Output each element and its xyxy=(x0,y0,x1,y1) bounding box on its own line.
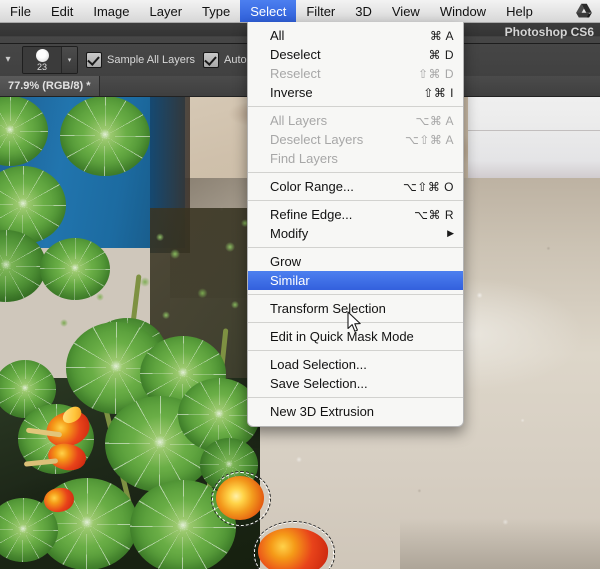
menu-item-label: Edit in Quick Mask Mode xyxy=(270,329,414,344)
menubar-item-type[interactable]: Type xyxy=(192,0,240,22)
menu-separator xyxy=(248,350,463,351)
menubar-item-filter[interactable]: Filter xyxy=(296,0,345,22)
document-tab[interactable]: 77.9% (RGB/8) * xyxy=(0,76,100,96)
menubar-item-edit[interactable]: Edit xyxy=(41,0,83,22)
select-dropdown-menu[interactable]: All ⌘ A Deselect ⌘ D Reselect ⇧⌘ D Inver… xyxy=(247,22,464,427)
menu-item-label: Similar xyxy=(270,273,310,288)
menubar-item-file[interactable]: File xyxy=(0,0,41,22)
google-drive-icon[interactable] xyxy=(574,3,594,19)
menu-item-refine-edge[interactable]: Refine Edge... ⌥⌘ R xyxy=(248,205,463,224)
menu-item-label: All xyxy=(270,28,285,43)
menu-item-label: Reselect xyxy=(270,66,321,81)
menu-item-shortcut: ⇧⌘ I xyxy=(423,85,454,100)
menu-item-transform-selection[interactable]: Transform Selection xyxy=(248,299,463,318)
menubar-item-image[interactable]: Image xyxy=(83,0,139,22)
menu-separator xyxy=(248,200,463,201)
menu-item-save-selection[interactable]: Save Selection... xyxy=(248,374,463,393)
menu-item-label: Grow xyxy=(270,254,302,269)
app-title: Photoshop CS6 xyxy=(504,25,594,39)
menu-item-label: Deselect Layers xyxy=(270,132,364,147)
menu-item-grow[interactable]: Grow xyxy=(248,252,463,271)
sample-all-layers-label: Sample All Layers xyxy=(107,54,196,66)
tool-preset-chevron-icon[interactable]: ▾ xyxy=(2,55,14,65)
submenu-arrow-icon: ▶ xyxy=(447,228,454,238)
ground-lower-shade xyxy=(400,518,600,569)
menu-item-label: Load Selection... xyxy=(270,357,367,372)
menu-separator xyxy=(248,397,463,398)
menu-item-label: New 3D Extrusion xyxy=(270,404,375,419)
menu-item-inverse[interactable]: Inverse ⇧⌘ I xyxy=(248,83,463,102)
brush-dropdown-chevron-icon[interactable]: ▾ xyxy=(61,47,77,73)
menu-separator xyxy=(248,322,463,323)
menu-item-shortcut: ⌥⇧⌘ O xyxy=(402,179,454,194)
menu-item-label: Save Selection... xyxy=(270,376,368,391)
menu-item-deselect-layers: Deselect Layers ⌥⇧⌘ A xyxy=(248,130,463,149)
menu-item-label: Transform Selection xyxy=(270,301,386,316)
nasturtium-leaf xyxy=(60,96,150,176)
menu-separator xyxy=(248,247,463,248)
menu-item-shortcut: ⌘ A xyxy=(429,28,454,43)
brush-preview[interactable]: 23 xyxy=(23,47,61,73)
brush-tip-icon xyxy=(35,49,49,62)
brush-size-value: 23 xyxy=(36,62,47,72)
menu-item-label: Inverse xyxy=(270,85,313,100)
menubar-item-select[interactable]: Select xyxy=(240,0,297,22)
menu-item-all-layers: All Layers ⌥⌘ A xyxy=(248,111,463,130)
menu-item-label: Refine Edge... xyxy=(270,207,353,222)
nasturtium-leaf xyxy=(40,238,110,300)
menu-item-shortcut: ⌥⇧⌘ A xyxy=(404,132,454,147)
menu-item-edit-in-quick-mask-mode[interactable]: Edit in Quick Mask Mode xyxy=(248,327,463,346)
menu-item-all[interactable]: All ⌘ A xyxy=(248,26,463,45)
menubar-item-3d[interactable]: 3D xyxy=(345,0,382,22)
menu-separator xyxy=(248,294,463,295)
menu-item-color-range[interactable]: Color Range... ⌥⇧⌘ O xyxy=(248,177,463,196)
menu-separator xyxy=(248,172,463,173)
menu-item-shortcut: ⌘ D xyxy=(428,47,454,62)
checkmark-icon[interactable] xyxy=(86,52,102,68)
menu-item-deselect[interactable]: Deselect ⌘ D xyxy=(248,45,463,64)
menubar-item-layer[interactable]: Layer xyxy=(140,0,193,22)
menu-item-label: Color Range... xyxy=(270,179,354,194)
photoshop-window: Photoshop CS6 ▾ 23 ▾ Sample All Layers A… xyxy=(0,0,600,569)
menu-item-label: All Layers xyxy=(270,113,328,128)
menu-item-reselect: Reselect ⇧⌘ D xyxy=(248,64,463,83)
menu-item-shortcut: ⌥⌘ A xyxy=(415,113,454,128)
menu-item-find-layers: Find Layers xyxy=(248,149,463,168)
menu-bar: File Edit Image Layer Type Select Filter… xyxy=(0,0,600,23)
menu-item-shortcut: ⇧⌘ D xyxy=(417,66,454,81)
selection-marching-ants xyxy=(211,471,271,527)
menu-item-shortcut: ⌥⌘ R xyxy=(414,207,454,222)
menubar-item-window[interactable]: Window xyxy=(430,0,496,22)
checkmark-icon[interactable] xyxy=(203,52,220,68)
menu-item-label: Modify xyxy=(270,226,309,241)
menubar-item-view[interactable]: View xyxy=(382,0,430,22)
menu-item-label: Find Layers xyxy=(270,151,338,166)
menubar-status-area xyxy=(574,0,600,22)
brush-size-control[interactable]: 23 ▾ xyxy=(22,46,78,74)
menu-item-new-3d-extrusion[interactable]: New 3D Extrusion xyxy=(248,402,463,421)
sample-all-layers-checkbox[interactable]: Sample All Layers xyxy=(86,52,195,68)
menu-item-label: Deselect xyxy=(270,47,321,62)
menu-item-modify[interactable]: Modify ▶ xyxy=(248,224,463,243)
menu-item-similar[interactable]: Similar xyxy=(248,271,463,290)
menu-separator xyxy=(248,106,463,107)
menu-item-load-selection[interactable]: Load Selection... xyxy=(248,355,463,374)
menubar-item-help[interactable]: Help xyxy=(496,0,543,22)
